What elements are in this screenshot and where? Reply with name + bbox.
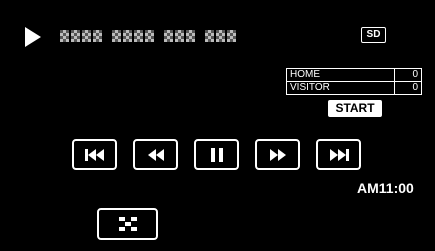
rewind-button[interactable] <box>133 139 178 170</box>
rewind-icon <box>147 148 164 161</box>
skip-previous-button[interactable] <box>72 139 117 170</box>
skip-previous-icon <box>84 148 104 161</box>
score-row: VISITOR 0 <box>286 81 422 95</box>
clock-time: AM11:00 <box>357 180 414 196</box>
pause-icon <box>210 147 223 162</box>
masked-title <box>60 30 236 42</box>
team-score: 0 <box>394 81 422 95</box>
scoreboard: HOME 0 VISITOR 0 <box>286 68 422 95</box>
skip-next-button[interactable] <box>316 139 361 170</box>
team-score: 0 <box>394 68 422 82</box>
skip-next-icon <box>329 148 349 161</box>
pause-button[interactable] <box>194 139 239 170</box>
index-button[interactable] <box>97 208 158 240</box>
score-row: HOME 0 <box>286 68 422 82</box>
media-badge: SD <box>361 27 386 43</box>
start-button[interactable]: START <box>328 100 382 117</box>
fast-forward-button[interactable] <box>255 139 300 170</box>
team-name: HOME <box>286 68 395 82</box>
fast-forward-icon <box>269 148 286 161</box>
team-name: VISITOR <box>286 81 395 95</box>
play-status-icon <box>25 27 41 47</box>
index-grid-icon <box>118 217 137 231</box>
